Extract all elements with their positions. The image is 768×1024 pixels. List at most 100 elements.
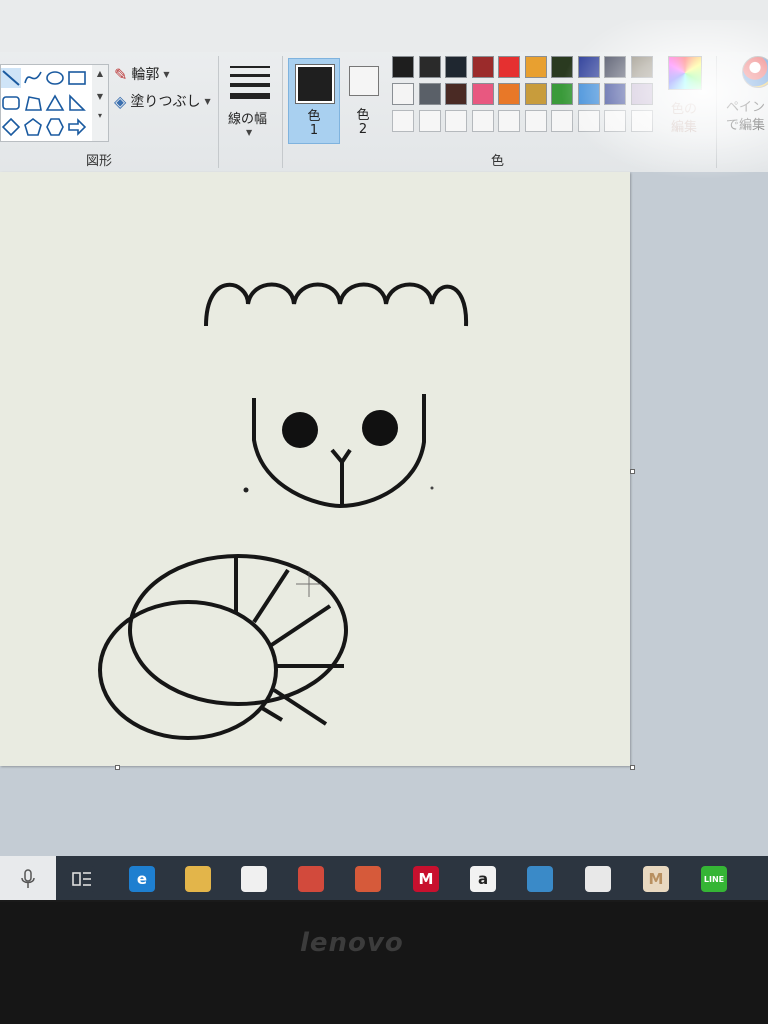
right-triangle-shape-icon[interactable] [67,93,87,113]
taskbar: e Ma M LINE [0,856,768,900]
cortana-search[interactable] [0,856,56,900]
color2-swatch[interactable] [349,66,379,96]
palette-swatch[interactable] [577,56,600,78]
taskbar-paint[interactable]: M [638,862,674,896]
edge-icon: e [129,866,155,892]
taskbar-mcafee[interactable]: M [408,862,444,896]
rounded-rect-shape-icon[interactable] [1,93,21,113]
laptop-bezel: lenovo [0,902,768,1024]
palette-swatch[interactable] [604,83,626,105]
taskbar-label: M [418,870,434,888]
palette-swatch[interactable] [630,56,653,78]
resize-handle-bottom[interactable] [115,765,120,770]
palette-swatch[interactable] [551,56,573,78]
expand-gallery-icon[interactable]: ▾ [92,111,108,120]
taskbar-app-blue[interactable] [522,862,558,896]
fill-label: 塗りつぶし [130,94,201,110]
chat-icon: LINE [701,866,727,892]
front-ellipse [98,600,278,740]
group-separator [282,56,283,168]
resize-handle-corner[interactable] [630,765,635,770]
color1-button[interactable]: 色 1 [288,58,340,144]
line-shape-icon[interactable] [1,68,21,88]
palette-swatch-empty[interactable] [392,110,414,132]
palette-swatch[interactable] [445,56,467,78]
drawing-canvas[interactable] [0,172,630,766]
bumps-stroke [204,282,469,327]
resize-handle-right[interactable] [630,469,635,474]
taskbar-file-explorer[interactable] [180,862,216,896]
edit-colors-label: 色の [670,102,697,117]
palette-swatch-empty[interactable] [524,110,547,132]
triangle-shape-icon[interactable] [45,93,65,113]
scroll-down-icon[interactable]: ▼ [92,92,108,101]
palette-swatch-empty[interactable] [498,110,520,132]
hexagon-shape-icon[interactable] [45,117,65,137]
palette-swatch-empty[interactable] [445,110,467,132]
palette-swatch[interactable] [577,83,600,105]
paint3d-label: ペイント [726,100,768,115]
palette-swatch[interactable] [524,56,547,78]
taskbar-edge[interactable]: e [124,862,160,896]
taskbar-line[interactable]: LINE [696,862,732,896]
palette-swatch[interactable] [498,83,520,105]
taskbar-app-red[interactable] [350,862,386,896]
edit-colors-label-2: 編集 [670,120,697,135]
shapes-gallery[interactable] [0,64,94,142]
palette-swatch[interactable] [604,56,626,78]
paint3d-label-2: で編集 [726,118,766,133]
palette-swatch[interactable] [498,56,520,78]
microphone-icon [21,869,35,888]
scroll-up-icon[interactable]: ▲ [92,69,108,78]
group-separator [218,56,219,168]
taskbar-task-view[interactable] [64,862,100,896]
paint-bucket-icon: ◈ [114,91,127,111]
taskbar-amazon[interactable]: a [465,862,501,896]
taskbar-store[interactable] [236,862,272,896]
curve-shape-icon[interactable] [23,68,43,88]
drawing [98,282,469,740]
palette-swatch[interactable] [392,83,414,105]
arrow-shape-icon[interactable] [67,117,87,137]
palette-swatch[interactable] [418,83,441,105]
edit-colors-button[interactable]: 色の 編集 [664,56,710,144]
palette-swatch[interactable] [471,83,494,105]
palette-swatch[interactable] [630,83,653,105]
line-width-button[interactable]: 線の幅 ▼ [226,62,274,142]
polygon-shape-icon[interactable] [23,93,43,113]
palette-swatch-empty[interactable] [577,110,600,132]
diamond-shape-icon[interactable] [1,117,21,137]
edit-with-paint3d-button[interactable]: ペイント で編集 [722,56,768,146]
folder-icon [185,866,211,892]
taskbar-label: LINE [703,874,725,884]
taskbar-label: a [477,870,489,888]
color2-number: 2 [358,122,368,137]
palette-swatch[interactable] [471,56,494,78]
oval-shape-icon[interactable] [45,68,65,88]
chevron-down-icon: ▼ [246,128,253,137]
group-label-color: 色 [491,154,505,169]
line-width-icon [230,66,270,105]
chevron-down-icon: ▼ [163,69,170,79]
palette-swatch[interactable] [392,56,414,78]
paint3d-icon [742,56,768,88]
palette-swatch-empty[interactable] [551,110,573,132]
taskbar-reader[interactable] [293,862,329,896]
palette-swatch-empty[interactable] [418,110,441,132]
palette-swatch-empty[interactable] [604,110,626,132]
palette-swatch[interactable] [524,83,547,105]
outline-button[interactable]: ✎ 輪郭 ▼ [114,64,170,84]
fill-button[interactable]: ◈ 塗りつぶし ▼ [114,91,211,111]
palette-swatch[interactable] [418,56,441,78]
rectangle-shape-icon[interactable] [67,68,87,88]
pentagon-shape-icon[interactable] [23,117,43,137]
palette-swatch[interactable] [445,83,467,105]
palette-swatch[interactable] [551,83,573,105]
shapes-scroll[interactable]: ▲ ▼ ▾ [92,64,109,142]
palette-swatch-empty[interactable] [471,110,494,132]
canvas-area [0,172,768,856]
palette-swatch-empty[interactable] [630,110,653,132]
outline-label: 輪郭 [131,67,160,83]
color2-label: 色 [356,108,370,123]
taskbar-mail[interactable] [580,862,616,896]
